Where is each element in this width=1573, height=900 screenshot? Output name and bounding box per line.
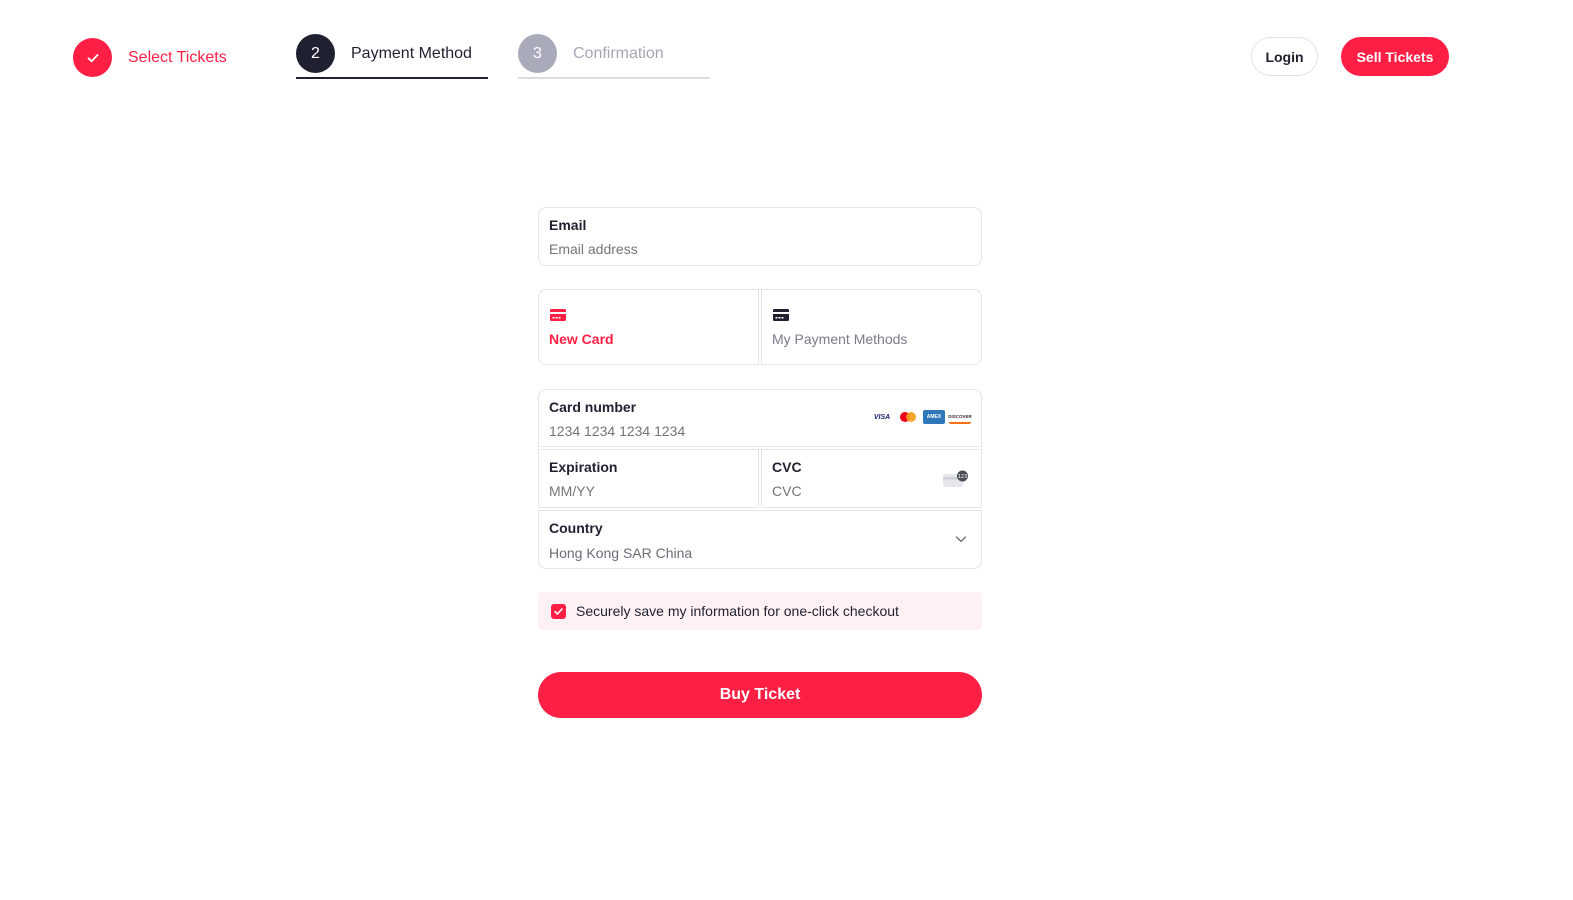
login-button[interactable]: Login xyxy=(1251,37,1318,76)
step-confirmation[interactable]: 3 Confirmation xyxy=(518,34,710,79)
sell-tickets-button[interactable]: Sell Tickets xyxy=(1341,37,1449,76)
card-icon xyxy=(550,309,566,321)
mastercard-icon xyxy=(897,410,919,424)
step-select-tickets[interactable]: Select Tickets xyxy=(73,38,227,77)
expiration-label: Expiration xyxy=(549,459,618,475)
card-number-input[interactable] xyxy=(549,423,849,439)
chevron-down-icon xyxy=(955,536,967,543)
tab-my-payment-methods[interactable]: My Payment Methods xyxy=(761,289,982,365)
email-field[interactable]: Email xyxy=(538,207,982,266)
amex-icon: AMEX xyxy=(923,410,945,424)
save-info-checkbox[interactable] xyxy=(551,603,566,619)
tab-label: My Payment Methods xyxy=(772,331,908,347)
expiration-field[interactable]: Expiration xyxy=(538,449,759,508)
email-input[interactable] xyxy=(549,241,849,257)
cvc-input[interactable] xyxy=(772,483,922,499)
visa-icon: VISA xyxy=(871,410,893,424)
card-number-label: Card number xyxy=(549,399,637,415)
card-brand-logos: VISA AMEX DISCOVER xyxy=(871,410,972,424)
save-info-label: Securely save my information for one-cli… xyxy=(576,603,899,619)
country-value: Hong Kong SAR China xyxy=(549,545,693,561)
cvc-card-icon: 123 xyxy=(943,470,968,487)
country-label: Country xyxy=(549,520,603,536)
step-number: 3 xyxy=(518,34,557,73)
tab-new-card[interactable]: New Card xyxy=(538,289,759,365)
step-payment-method[interactable]: 2 Payment Method xyxy=(296,34,488,79)
card-icon xyxy=(773,309,789,321)
discover-icon: DISCOVER xyxy=(948,410,972,424)
cvc-field[interactable]: CVC 123 xyxy=(761,449,982,508)
check-icon xyxy=(73,38,112,77)
save-info-row[interactable]: Securely save my information for one-cli… xyxy=(538,592,982,630)
cvc-label: CVC xyxy=(772,459,802,475)
svg-text:123: 123 xyxy=(958,474,968,480)
tab-label: New Card xyxy=(549,331,614,347)
step-label: Payment Method xyxy=(351,45,472,62)
email-label: Email xyxy=(549,217,587,233)
country-select[interactable]: Country Hong Kong SAR China xyxy=(538,510,982,569)
step-label: Confirmation xyxy=(573,45,664,62)
step-number: 2 xyxy=(296,34,335,73)
check-icon xyxy=(554,607,563,615)
buy-ticket-button[interactable]: Buy Ticket xyxy=(538,672,982,718)
card-number-field[interactable]: Card number VISA AMEX DISCOVER xyxy=(538,389,982,447)
step-label: Select Tickets xyxy=(128,48,227,66)
expiration-input[interactable] xyxy=(549,483,729,499)
